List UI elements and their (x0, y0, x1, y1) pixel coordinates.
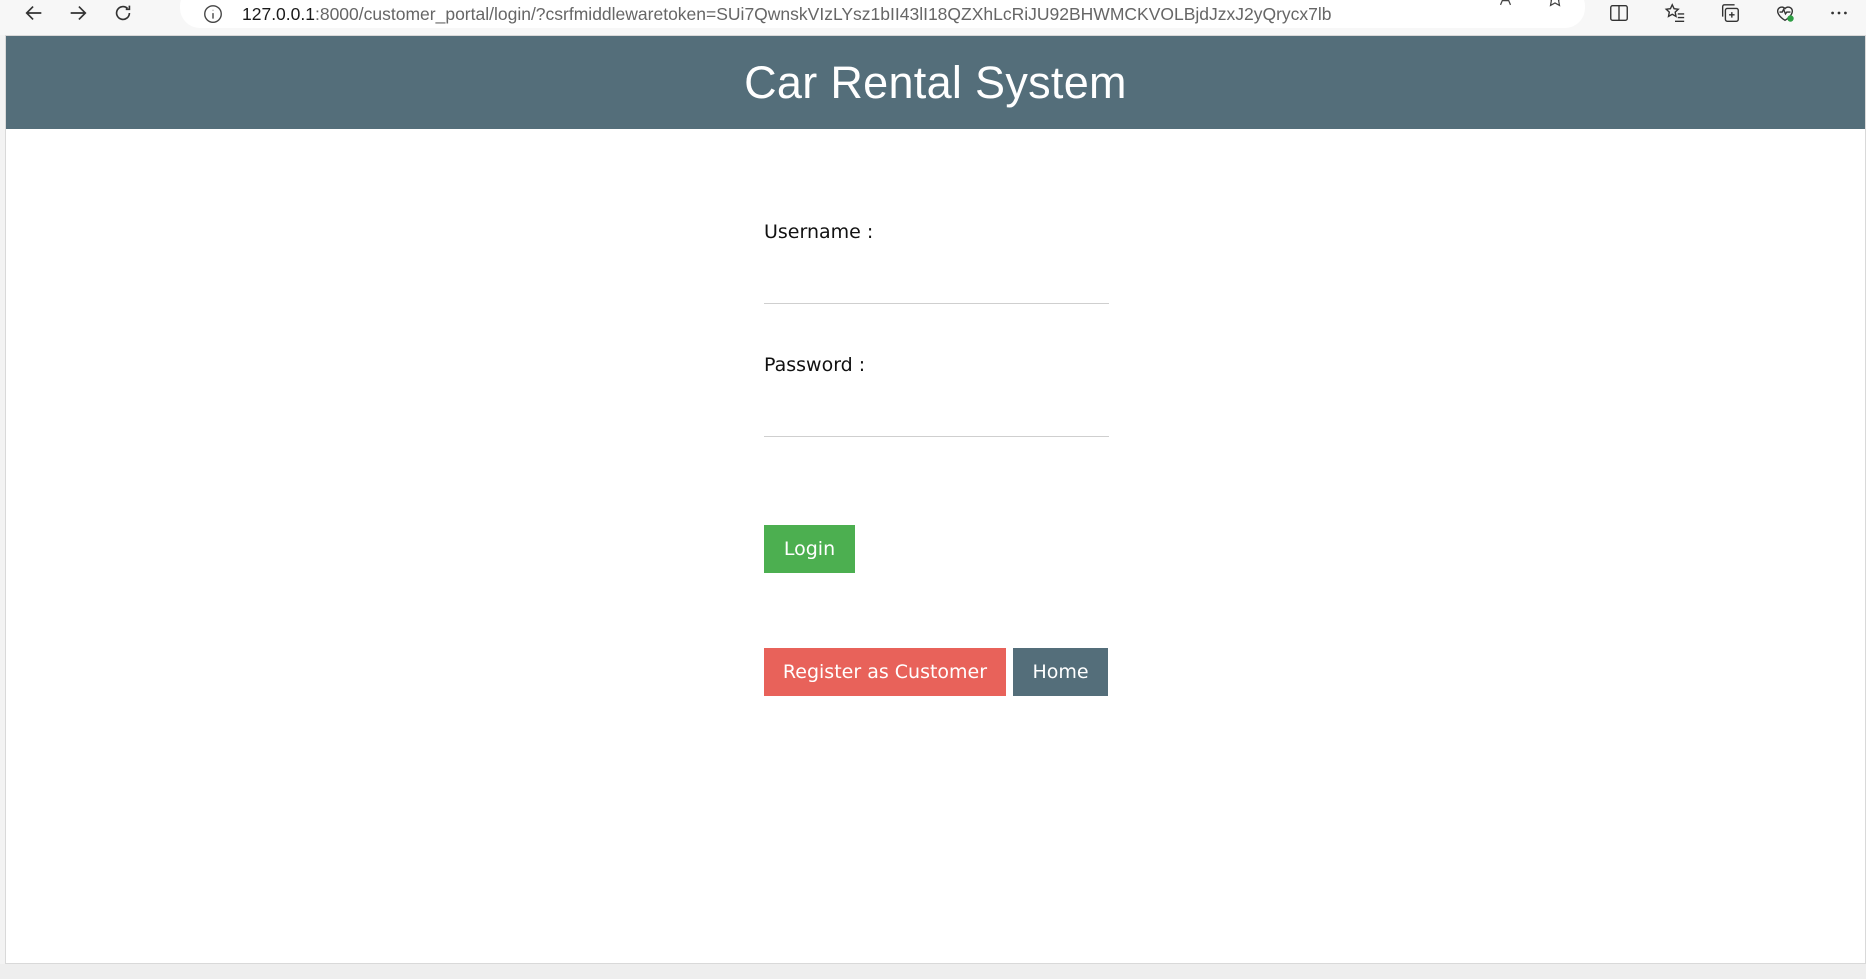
site-header: Car Rental System (6, 36, 1865, 129)
collections-icon (1721, 4, 1739, 22)
browser-essentials-button[interactable] (1767, 0, 1803, 26)
read-aloud-button[interactable] (1491, 0, 1525, 12)
favorites-button[interactable] (1657, 0, 1693, 26)
password-label: Password : (764, 354, 866, 376)
read-aloud-icon (1499, 0, 1512, 6)
url-path: :8000/customer_portal/login/?csrfmiddlew… (314, 3, 1332, 24)
password-field-wrapper (764, 391, 1109, 437)
info-icon[interactable] (202, 3, 224, 25)
url-text[interactable]: 127.0.0.1:8000/customer_portal/login/?cs… (242, 4, 1332, 25)
favorites-icon (1664, 3, 1685, 22)
browser-essentials-icon (1776, 6, 1794, 22)
address-bar[interactable]: 127.0.0.1:8000/customer_portal/login/?cs… (180, 0, 1585, 28)
favorite-button[interactable] (1538, 0, 1572, 12)
username-field-wrapper (764, 258, 1109, 304)
refresh-icon (115, 5, 131, 21)
split-screen-icon (1610, 4, 1628, 22)
favorite-star-icon (1549, 0, 1561, 7)
browser-toolbar: 127.0.0.1:8000/customer_portal/login/?cs… (0, 0, 1866, 35)
forward-arrow-icon (70, 5, 87, 21)
page-viewport: Car Rental System Username : Password : … (5, 35, 1866, 964)
split-screen-button[interactable] (1601, 0, 1637, 26)
login-button[interactable]: Login (764, 525, 855, 573)
back-button[interactable] (14, 0, 54, 26)
username-label: Username : (764, 221, 874, 243)
login-form: Username : Password : Login Register as … (764, 218, 1109, 696)
refresh-button[interactable] (103, 0, 143, 26)
more-options-button[interactable] (1821, 0, 1857, 26)
username-input[interactable] (764, 258, 1109, 304)
url-host: 127.0.0.1 (242, 3, 315, 24)
home-button[interactable]: Home (1013, 648, 1108, 696)
collections-button[interactable] (1712, 0, 1748, 26)
page-title: Car Rental System (744, 56, 1127, 108)
back-arrow-icon (25, 5, 42, 21)
register-button[interactable]: Register as Customer (764, 648, 1006, 696)
password-input[interactable] (764, 391, 1109, 437)
bottom-strip (0, 964, 1866, 979)
forward-button[interactable] (58, 0, 98, 26)
more-options-icon (1831, 11, 1847, 15)
